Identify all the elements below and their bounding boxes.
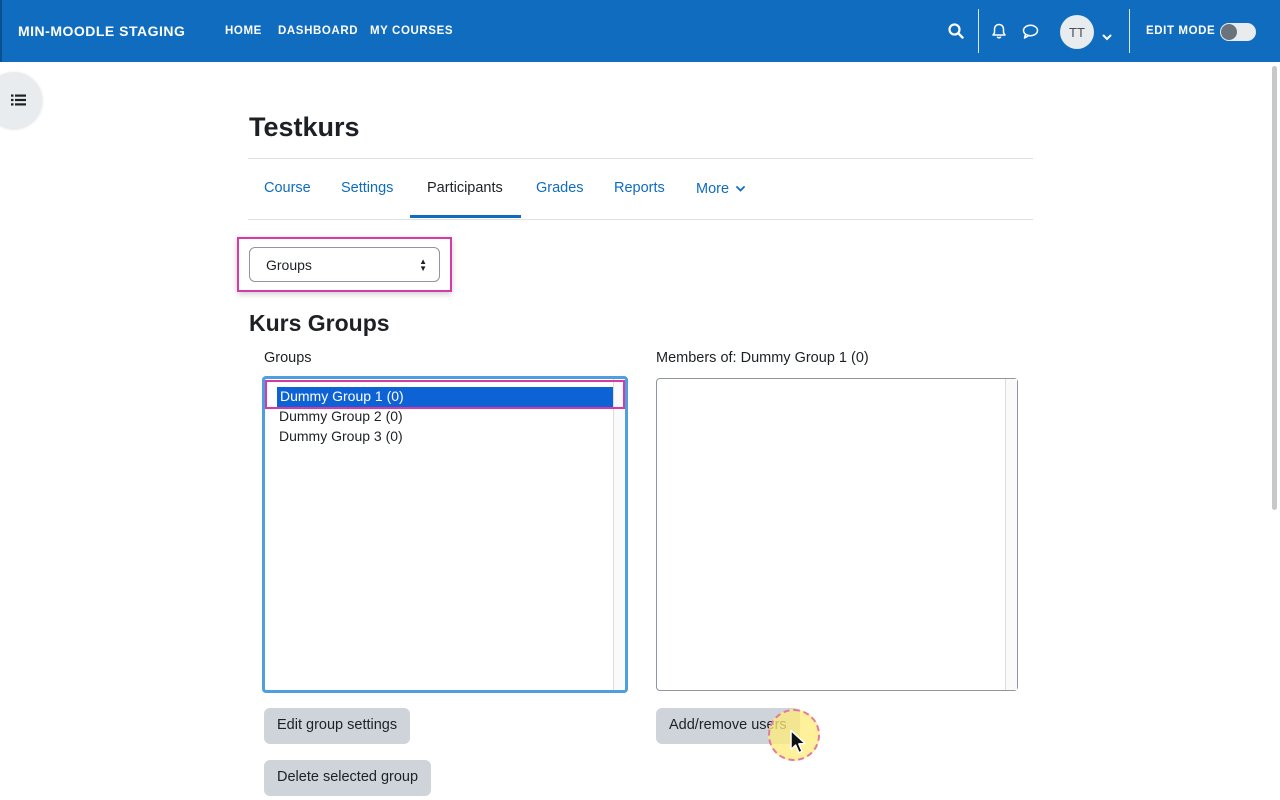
sort-caret-icon: ▲ ▼: [419, 257, 427, 273]
site-brand[interactable]: MIN-MOODLE STAGING: [18, 23, 185, 39]
group-option[interactable]: Dummy Group 2 (0): [279, 408, 403, 424]
navbar-divider: [978, 9, 979, 53]
tutorial-highlight: [265, 380, 625, 409]
section-title: Kurs Groups: [249, 310, 390, 336]
page-title: Testkurs: [249, 112, 360, 142]
chevron-down-icon[interactable]: [1102, 28, 1112, 46]
tab-more[interactable]: More: [696, 180, 745, 197]
tab-participants[interactable]: Participants: [427, 180, 503, 196]
search-icon[interactable]: [948, 23, 964, 44]
edit-mode-label: EDIT MODE: [1146, 25, 1216, 37]
active-tab-indicator: [410, 215, 521, 218]
members-label: Members of: Dummy Group 1 (0): [656, 350, 869, 366]
navbar-divider: [1129, 9, 1130, 53]
toggle-knob: [1221, 24, 1237, 40]
group-option[interactable]: Dummy Group 3 (0): [279, 428, 403, 444]
groups-label: Groups: [264, 350, 312, 366]
listbox-scrollbar[interactable]: [1005, 379, 1017, 690]
edit-mode-toggle[interactable]: [1220, 23, 1256, 41]
mouse-cursor-icon: [789, 729, 807, 760]
divider: [248, 219, 1033, 220]
delete-selected-group-button[interactable]: Delete selected group: [264, 760, 432, 796]
chevron-down-icon: [736, 180, 745, 196]
participants-page-select[interactable]: Groups ▲ ▼: [249, 247, 440, 282]
course-index-drawer-button[interactable]: [0, 72, 42, 128]
nav-my-courses[interactable]: MY COURSES: [370, 25, 453, 37]
bell-icon[interactable]: [991, 23, 1007, 45]
nav-dashboard[interactable]: DASHBOARD: [278, 25, 358, 37]
page-scrollbar[interactable]: [1272, 66, 1277, 510]
members-listbox[interactable]: [656, 378, 1018, 691]
list-icon: [11, 93, 26, 111]
avatar[interactable]: TT: [1060, 15, 1094, 49]
tab-reports[interactable]: Reports: [614, 180, 665, 196]
nav-home[interactable]: HOME: [225, 25, 262, 37]
divider: [248, 158, 1033, 159]
groups-listbox[interactable]: Dummy Group 1 (0) Dummy Group 2 (0) Dumm…: [262, 376, 628, 693]
tab-more-label: More: [696, 181, 730, 197]
tab-course[interactable]: Course: [264, 180, 311, 196]
select-value: Groups: [266, 257, 312, 273]
chat-icon[interactable]: [1022, 24, 1039, 44]
tab-grades[interactable]: Grades: [536, 180, 584, 196]
tab-settings[interactable]: Settings: [341, 180, 393, 196]
listbox-scrollbar[interactable]: [613, 379, 625, 690]
top-navbar: MIN-MOODLE STAGING HOME DASHBOARD MY COU…: [0, 0, 1280, 62]
edit-group-settings-button[interactable]: Edit group settings: [264, 708, 411, 744]
